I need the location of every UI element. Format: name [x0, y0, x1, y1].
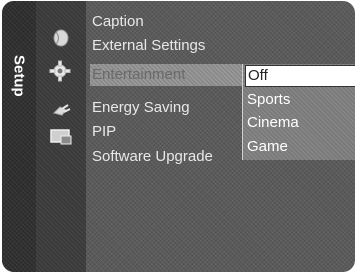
menu-item-pip[interactable]: PIP	[92, 121, 116, 143]
monitor-icon[interactable]	[49, 128, 72, 148]
gear-icon[interactable]	[49, 60, 71, 82]
plug-icon[interactable]	[50, 101, 72, 121]
entertainment-dropdown: Off Sports Cinema Game	[242, 64, 355, 160]
menu-item-entertainment[interactable]: Entertainment	[90, 64, 242, 86]
category-icon-column	[36, 1, 86, 272]
setup-tab-label: Setup	[10, 55, 28, 97]
satellite-icon[interactable]	[50, 28, 72, 48]
menu-item-software-upgrade[interactable]: Software Upgrade	[92, 146, 213, 168]
menu-item-energy-saving[interactable]: Energy Saving	[92, 97, 190, 119]
option-sports[interactable]: Sports	[245, 89, 355, 111]
option-game[interactable]: Game	[245, 136, 355, 158]
option-off[interactable]: Off	[245, 65, 355, 87]
option-cinema[interactable]: Cinema	[245, 112, 355, 134]
tv-menu-screen: Setup Caption External Settings Entertai…	[2, 1, 355, 272]
menu-item-caption[interactable]: Caption	[92, 11, 144, 33]
menu-item-external-settings[interactable]: External Settings	[92, 35, 205, 57]
setup-tab[interactable]: Setup	[2, 1, 36, 272]
